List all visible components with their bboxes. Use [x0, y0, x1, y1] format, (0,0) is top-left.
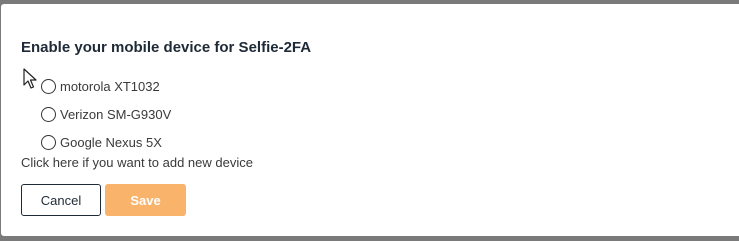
device-option-label: motorola XT1032	[60, 78, 160, 94]
device-option-motorola[interactable]: motorola XT1032	[41, 77, 160, 95]
radio-button[interactable]	[41, 134, 56, 150]
dialog-title: Enable your mobile device for Selfie-2FA	[21, 39, 312, 56]
device-option-label: Google Nexus 5X	[60, 134, 162, 150]
enable-device-dialog: Enable your mobile device for Selfie-2FA…	[1, 4, 739, 236]
device-option-verizon[interactable]: Verizon SM-G930V	[41, 105, 171, 123]
mouse-pointer-icon	[23, 68, 37, 89]
device-option-google[interactable]: Google Nexus 5X	[41, 133, 162, 151]
radio-button[interactable]	[41, 106, 56, 122]
cancel-button[interactable]: Cancel	[21, 184, 101, 216]
save-button[interactable]: Save	[105, 184, 186, 216]
device-option-label: Verizon SM-G930V	[60, 106, 172, 122]
add-new-device-link[interactable]: Click here if you want to add new device	[21, 155, 253, 170]
radio-button[interactable]	[41, 78, 56, 94]
